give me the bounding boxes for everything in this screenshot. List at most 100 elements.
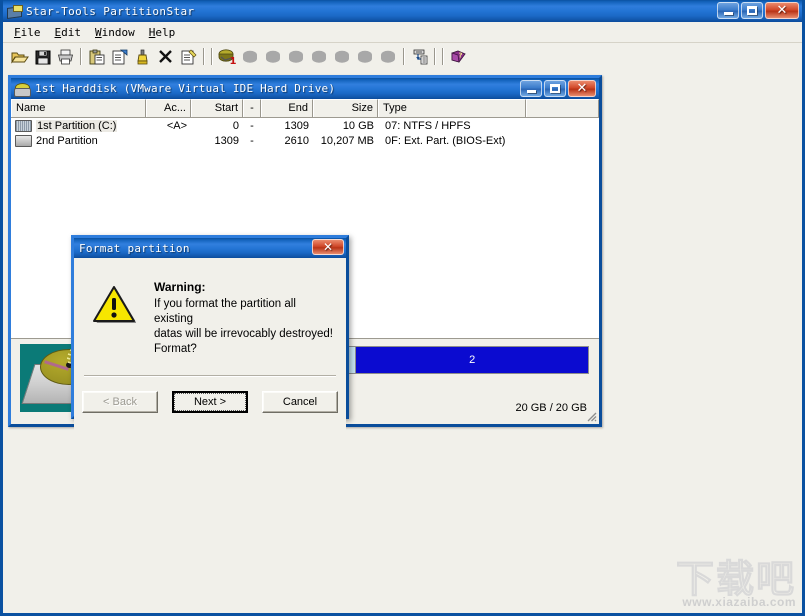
harddisk-5-icon	[308, 45, 331, 68]
toolbar-separator	[442, 48, 444, 65]
row-active-cell: <A>	[166, 119, 187, 132]
harddisk-3-icon	[262, 45, 285, 68]
application-window: Star-Tools PartitionStar ✕ File Edit Win…	[0, 0, 805, 616]
menu-help-rest: elp	[155, 25, 176, 39]
column-header-type[interactable]: Type	[378, 99, 526, 117]
toolbar: 1 ?	[3, 43, 802, 71]
column-header-size[interactable]: Size	[313, 99, 378, 117]
row-name-cell[interactable]: 1st Partition (C:)	[11, 119, 146, 132]
row-dash-cell: -	[250, 119, 254, 132]
partition-plain-icon	[15, 134, 32, 147]
harddisk-icon	[14, 81, 31, 97]
window-controls: ✕	[717, 2, 799, 19]
svg-text:?: ?	[459, 51, 463, 59]
row-start-cell: 1309	[214, 134, 239, 147]
row-name-cell[interactable]: 2nd Partition	[11, 134, 146, 147]
minimize-button[interactable]	[717, 2, 739, 19]
dialog-button-row: < Back Next > Cancel	[74, 391, 346, 413]
row-dash-cell: -	[250, 134, 254, 147]
child-window-title: 1st Harddisk (VMware Virtual IDE Hard Dr…	[35, 82, 336, 95]
window-title: Star-Tools PartitionStar	[26, 4, 195, 18]
row-name-label: 1st Partition (C:)	[36, 119, 118, 132]
partition-striped-icon	[15, 119, 32, 132]
column-header-blank[interactable]	[526, 99, 599, 117]
paste-icon[interactable]	[85, 45, 108, 68]
menu-window-accel: W	[95, 25, 102, 39]
format-icon[interactable]	[131, 45, 154, 68]
row-start-cell: 0	[232, 119, 239, 132]
table-row[interactable]: 2nd Partition 1309 - 2610 10,207 MB 0F: …	[11, 133, 599, 148]
child-maximize-button[interactable]	[544, 80, 566, 97]
menu-file-rest: ile	[20, 25, 41, 39]
save-icon[interactable]	[31, 45, 54, 68]
new-partition-icon[interactable]	[177, 45, 200, 68]
partition-list-header: Name Ac... Start - End Size Type	[11, 99, 599, 118]
child-close-button[interactable]: ✕	[568, 80, 596, 97]
column-header-name[interactable]: Name	[11, 99, 146, 117]
main-titlebar[interactable]: Star-Tools PartitionStar ✕	[3, 0, 802, 22]
maximize-button[interactable]	[741, 2, 763, 19]
dialog-message-block: Warning: If you format the partition all…	[154, 280, 336, 357]
menu-edit[interactable]: Edit	[50, 24, 91, 41]
table-row[interactable]: 1st Partition (C:) <A> 0 - 1309 10 GB 07…	[11, 118, 599, 133]
row-type-cell: 0F: Ext. Part. (BIOS-Ext)	[385, 134, 506, 147]
harddisk-8-icon	[377, 45, 400, 68]
harddisk-1-icon[interactable]: 1	[216, 45, 239, 68]
menubar: File Edit Window Help	[3, 22, 802, 43]
help-book-icon[interactable]: ?	[447, 45, 470, 68]
format-partition-dialog: Format partition ✕ Warning: If you forma…	[71, 235, 349, 436]
dialog-title: Format partition	[79, 241, 190, 255]
print-icon[interactable]	[54, 45, 77, 68]
row-end-cell: 1309	[284, 119, 309, 132]
child-window-controls: ✕	[520, 80, 596, 97]
delete-icon[interactable]	[154, 45, 177, 68]
dialog-titlebar[interactable]: Format partition ✕	[74, 238, 346, 258]
menu-window-rest: indow	[101, 25, 135, 39]
disk-size-label: 20 GB / 20 GB	[515, 402, 587, 414]
dialog-warning-title: Warning:	[154, 280, 206, 294]
row-size-cell: 10 GB	[342, 119, 374, 132]
column-header-active[interactable]: Ac...	[146, 99, 191, 117]
dialog-close-button[interactable]: ✕	[312, 239, 344, 255]
row-type-cell: 07: NTFS / HPFS	[385, 119, 471, 132]
child-minimize-button[interactable]	[520, 80, 542, 97]
row-end-cell: 2610	[284, 134, 309, 147]
column-header-end[interactable]: End	[261, 99, 313, 117]
menu-file-accel: F	[14, 25, 21, 39]
svg-text:1: 1	[230, 56, 237, 65]
menu-window[interactable]: Window	[90, 24, 144, 41]
dialog-separator	[84, 375, 336, 377]
next-button-label: Next >	[174, 393, 246, 411]
close-button[interactable]: ✕	[765, 2, 799, 19]
toolbar-separator	[80, 48, 82, 65]
column-header-dash[interactable]: -	[243, 99, 261, 117]
child-titlebar[interactable]: 1st Harddisk (VMware Virtual IDE Hard Dr…	[11, 78, 599, 99]
toolbar-separator	[434, 48, 436, 65]
properties-icon[interactable]	[108, 45, 131, 68]
dialog-body: Warning: If you format the partition all…	[74, 258, 346, 436]
harddisk-7-icon	[354, 45, 377, 68]
resize-grip[interactable]	[585, 410, 598, 423]
column-header-start[interactable]: Start	[191, 99, 243, 117]
row-name-label: 2nd Partition	[36, 134, 98, 147]
next-button[interactable]: Next >	[172, 391, 248, 413]
toolbar-separator	[211, 48, 213, 65]
menu-file[interactable]: File	[9, 24, 50, 41]
partition-segment-2[interactable]: 2	[356, 347, 588, 373]
mdi-client-area: 1st Harddisk (VMware Virtual IDE Hard Dr…	[3, 70, 802, 613]
toolbar-separator	[403, 48, 405, 65]
back-button[interactable]: < Back	[82, 391, 158, 413]
app-icon[interactable]	[6, 3, 23, 20]
menu-edit-rest: dit	[61, 25, 81, 39]
open-icon[interactable]	[8, 45, 31, 68]
cancel-button[interactable]: Cancel	[262, 391, 338, 413]
dialog-warning-text: If you format the partition all existing…	[154, 298, 333, 355]
tree-view-icon[interactable]	[408, 45, 431, 68]
warning-triangle-icon	[93, 286, 136, 323]
harddisk-4-icon	[285, 45, 308, 68]
harddisk-6-icon	[331, 45, 354, 68]
harddisk-2-icon	[239, 45, 262, 68]
row-size-cell: 10,207 MB	[320, 134, 374, 147]
menu-help[interactable]: Help	[144, 24, 185, 41]
toolbar-separator	[203, 48, 205, 65]
